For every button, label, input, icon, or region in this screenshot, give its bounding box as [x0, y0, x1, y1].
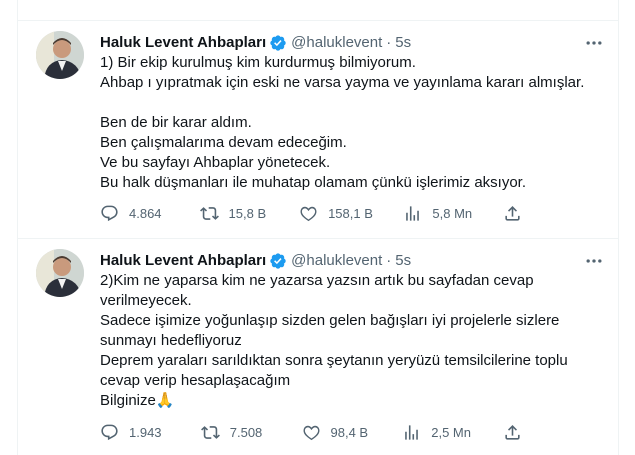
reply-count: 4.864: [129, 206, 162, 221]
tweet-text-line: Sadece işimize yoğunlaşıp sizden gelen b…: [100, 312, 560, 329]
like-button[interactable]: 158,1 B: [299, 204, 373, 223]
tweet-text-line: Ve bu sayfayı Ahbaplar yönetecek.: [100, 154, 331, 171]
timestamp[interactable]: 5s: [395, 251, 411, 271]
reply-count: 1.943: [129, 425, 162, 440]
share-button[interactable]: [503, 204, 532, 223]
tweet-text-line: Ahbap ı yıpratmak için eski ne varsa yay…: [100, 74, 585, 91]
like-icon: [300, 206, 317, 222]
views-icon: [406, 206, 420, 221]
author-name[interactable]: Haluk Levent Ahbapları: [100, 251, 266, 271]
avatar[interactable]: [36, 31, 84, 79]
author-handle[interactable]: @haluklevent: [291, 33, 382, 53]
verified-badge-icon: [269, 252, 287, 270]
share-icon: [505, 425, 520, 440]
reply-icon: [101, 424, 118, 441]
views-count: 2,5 Mn: [431, 425, 471, 440]
reply-icon: [101, 205, 118, 222]
retweet-button[interactable]: 7.508: [200, 423, 270, 442]
avatar[interactable]: [36, 249, 84, 297]
verified-badge-icon: [269, 34, 287, 52]
tweet-text-line: 2)Kim ne yaparsa kim ne yazarsa yazsın a…: [100, 272, 534, 289]
tweet-text-line: Deprem yaraları sarıldıktan sonra şeytan…: [100, 352, 568, 369]
like-count: 98,4 B: [330, 425, 369, 440]
more-icon[interactable]: [584, 33, 604, 53]
reply-button[interactable]: 4.864: [100, 204, 169, 223]
tweet-text-line: Ben çalışmalarıma devam edeceğim.: [100, 134, 347, 151]
like-count: 158,1 B: [328, 206, 373, 221]
tweet-actions: 4.864 15,8 B 158,1 B 5,8 Mn: [100, 204, 532, 223]
tweet-text-line: Bu halk düşmanları ile muhatap olamam çü…: [100, 174, 527, 191]
retweet-icon: [200, 426, 220, 439]
retweet-count: 7.508: [229, 425, 263, 440]
tweet-text-line: sunmayı hedefliyoruz: [100, 332, 242, 349]
tweet-actions: 1.943 7.508 98,4 B 2,5 Mn: [100, 423, 532, 442]
tweet-text-line: verilmeyecek.: [100, 292, 192, 309]
retweet-icon: [199, 207, 219, 220]
author-handle[interactable]: @haluklevent: [291, 251, 382, 271]
separator-dot: ·: [386, 252, 392, 269]
timestamp[interactable]: 5s: [395, 33, 411, 53]
views-count: 5,8 Mn: [432, 206, 473, 221]
tweet-text-line: cevap verip hesaplaşacağım: [100, 372, 291, 389]
share-button[interactable]: [503, 423, 532, 442]
author-name[interactable]: Haluk Levent Ahbapları: [100, 33, 266, 53]
tweet-text: 2)Kim ne yaparsa kim ne yazarsa yazsın a…: [100, 271, 600, 411]
retweet-count: 15,8 B: [228, 206, 267, 221]
tweet[interactable]: Haluk Levent Ahbapları @haluklevent · 5s…: [18, 239, 618, 455]
separator-dot: ·: [386, 34, 392, 51]
reply-button[interactable]: 1.943: [100, 423, 169, 442]
share-icon: [505, 206, 520, 221]
views-button[interactable]: 5,8 Mn: [403, 204, 472, 223]
like-icon: [303, 425, 319, 441]
tweet-text-line: Bilginize🙏: [100, 392, 175, 409]
tweet-text-line: [100, 93, 600, 113]
tweet-header: Haluk Levent Ahbapları @haluklevent · 5s: [100, 33, 411, 53]
tweet-text-line: 1) Bir ekip kurulmuş kim kurdurmuş bilmi…: [100, 54, 416, 71]
views-icon: [405, 425, 419, 440]
tweet-text-line: Ben de bir karar aldım.: [100, 114, 252, 131]
retweet-button[interactable]: 15,8 B: [199, 204, 269, 223]
like-button[interactable]: 98,4 B: [302, 423, 371, 442]
views-button[interactable]: 2,5 Mn: [402, 423, 471, 442]
tweet[interactable]: Haluk Levent Ahbapları @haluklevent · 5s…: [18, 21, 618, 239]
tweet-text: 1) Bir ekip kurulmuş kim kurdurmuş bilmi…: [100, 53, 600, 193]
tweet-header: Haluk Levent Ahbapları @haluklevent · 5s: [100, 251, 411, 271]
more-icon[interactable]: [584, 251, 604, 271]
